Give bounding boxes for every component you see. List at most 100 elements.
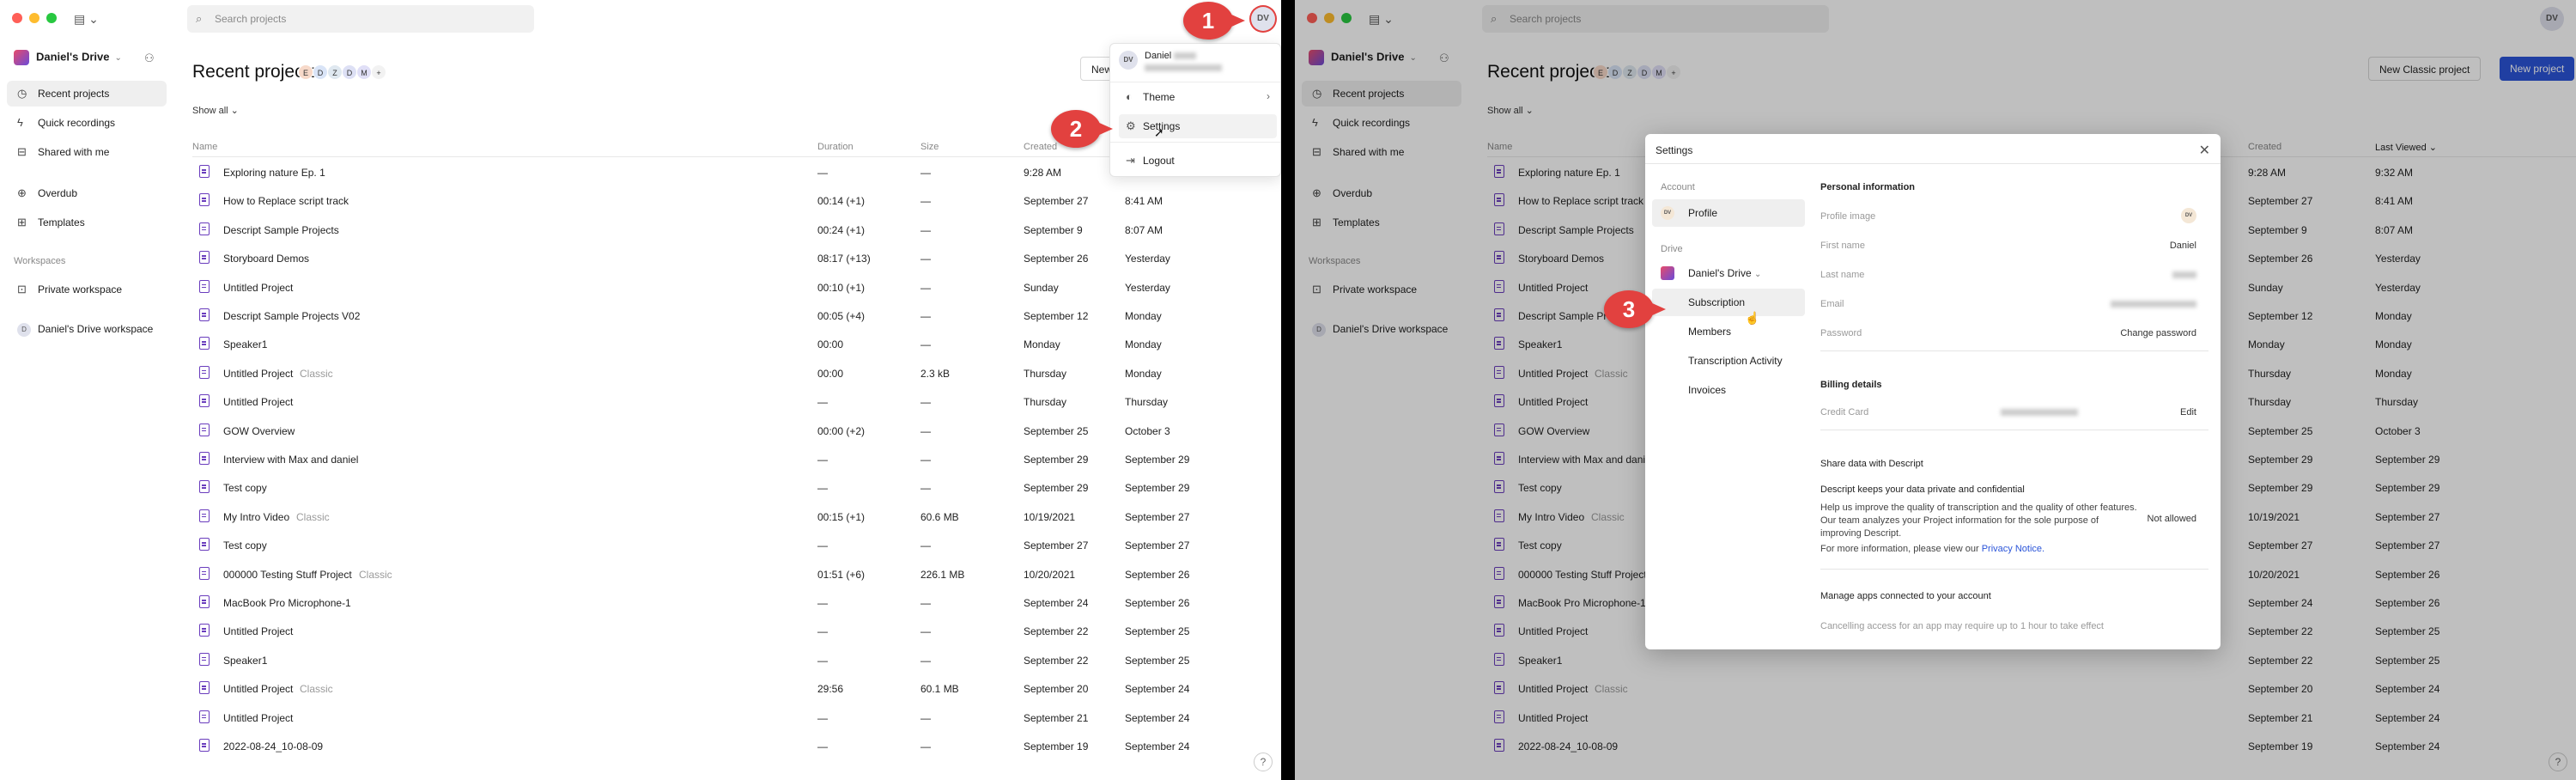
table-row[interactable]: Speaker1 00:00 — Monday Monday bbox=[180, 331, 1281, 359]
share-data-description: Help us improve the quality of transcrip… bbox=[1820, 503, 2137, 539]
drive-switcher[interactable]: Daniel's Drive ⌄ bbox=[14, 50, 122, 65]
table-row[interactable]: Storyboard Demos 08:17 (+13) — September 26… bbox=[180, 245, 1281, 273]
change-password-button[interactable]: Change password bbox=[2120, 328, 2196, 338]
table-row[interactable]: Descript Sample Projects V02 00:05 (+4) — S… bbox=[180, 302, 1281, 331]
cell-size: — bbox=[920, 223, 931, 236]
top-bar: ▤ ⌄ ⌕ Search projects DV bbox=[0, 0, 1281, 38]
cell-created: September 19 bbox=[1024, 740, 1089, 753]
cell-name: Untitled Project bbox=[223, 281, 294, 294]
file-icon bbox=[199, 308, 210, 321]
add-user-icon[interactable]: ⚇ bbox=[144, 52, 155, 65]
sidebar-item-shared-with-me[interactable]: ⊟ Shared with me bbox=[7, 139, 167, 165]
table-row[interactable]: Untitled Project — — Thursday Thursday bbox=[180, 388, 1281, 417]
table-row[interactable]: 2022-08-24_10-08-09 — — September 19 Septemb… bbox=[180, 733, 1281, 761]
cell-created: Sunday bbox=[1024, 281, 1059, 294]
cell-created: September 21 bbox=[1024, 711, 1089, 724]
file-icon bbox=[199, 595, 210, 608]
sidebar-item-templates[interactable]: ⊞ Templates bbox=[7, 210, 167, 235]
privacy-notice-link[interactable]: Privacy Notice. bbox=[1982, 544, 2044, 554]
cell-created: September 22 bbox=[1024, 654, 1089, 667]
table-row[interactable]: Untitled Project Classic 29:56 60.1 MB Septe… bbox=[180, 675, 1281, 704]
cell-duration: — bbox=[817, 711, 828, 724]
settings-nav-members[interactable]: Members bbox=[1652, 318, 1805, 345]
column-size[interactable]: Size bbox=[920, 142, 939, 152]
file-icon bbox=[199, 452, 210, 465]
menu-avatar: DV bbox=[1119, 51, 1138, 70]
sidebar: Daniel's Drive ⌄ ⚇ ◷ Recent projects ϟ Quic… bbox=[0, 38, 180, 780]
table-row[interactable]: Untitled Project — — September 21 September … bbox=[180, 704, 1281, 733]
cell-size: — bbox=[920, 167, 931, 179]
search-icon: ⌕ bbox=[196, 12, 203, 25]
table-row[interactable]: Untitled Project — — September 22 September … bbox=[180, 618, 1281, 646]
cell-size: — bbox=[920, 740, 931, 753]
clock-icon: ◷ bbox=[17, 87, 27, 100]
step-callout-3: 3 bbox=[1604, 290, 1666, 328]
table-row[interactable]: MacBook Pro Microphone-1 — — September 24 Se… bbox=[180, 589, 1281, 618]
right-screen: ▤ ⌄ ⌕ Search projects DV Daniel's Drive ⌄… bbox=[1295, 0, 2576, 780]
blurred-surname bbox=[1174, 52, 1197, 60]
cell-duration: 00:00 bbox=[817, 338, 844, 351]
cell-viewed: September 24 bbox=[1125, 711, 1190, 724]
file-icon bbox=[199, 222, 210, 235]
menu-item-logout[interactable]: ⇥ Logout bbox=[1119, 149, 1277, 173]
close-window-button[interactable] bbox=[12, 13, 22, 23]
classic-tag: Classic bbox=[296, 510, 330, 523]
table-row[interactable]: Test copy — — September 27 September 27 bbox=[180, 532, 1281, 560]
settings-nav-invoices[interactable]: Invoices bbox=[1652, 376, 1805, 404]
zoom-window-button[interactable] bbox=[46, 13, 57, 23]
sidebar-item-quick-recordings[interactable]: ϟ Quick recordings bbox=[7, 110, 167, 136]
cell-duration: 08:17 (+13) bbox=[817, 253, 871, 265]
sidebar-item-overdub[interactable]: ⊕ Overdub bbox=[7, 180, 167, 206]
menu-item-theme[interactable]: ◐ Theme › bbox=[1119, 85, 1277, 109]
settings-nav-subscription[interactable]: Subscription bbox=[1652, 289, 1805, 316]
privacy-line: For more information, please view our Pr… bbox=[1820, 544, 2045, 554]
settings-drive-switcher[interactable]: Daniel's Drive ⌄ bbox=[1652, 259, 1805, 287]
chevron-right-icon: › bbox=[1267, 90, 1270, 102]
table-row[interactable]: Descript Sample Projects 00:24 (+1) — Septe… bbox=[180, 216, 1281, 245]
cell-duration: — bbox=[817, 396, 828, 409]
cell-viewed: September 29 bbox=[1125, 482, 1190, 495]
table-row[interactable]: How to Replace script track 00:14 (+1) — Se… bbox=[180, 187, 1281, 216]
cell-name: Untitled Project bbox=[223, 396, 294, 409]
cell-viewed: October 3 bbox=[1125, 424, 1170, 437]
cell-viewed: September 25 bbox=[1125, 625, 1190, 638]
help-button[interactable]: ? bbox=[1254, 753, 1273, 771]
table-row[interactable]: Untitled Project Classic 00:00 2.3 kB Thursd… bbox=[180, 360, 1281, 388]
column-created[interactable]: Created bbox=[1024, 142, 1057, 152]
share-data-heading: Share data with Descript bbox=[1820, 459, 1923, 469]
cell-size: — bbox=[920, 539, 931, 552]
cell-created: Thursday bbox=[1024, 396, 1067, 409]
table-row[interactable]: Interview with Max and daniel — — September… bbox=[180, 446, 1281, 474]
column-duration[interactable]: Duration bbox=[817, 142, 854, 152]
cell-viewed: September 27 bbox=[1125, 539, 1190, 552]
show-all-filter[interactable]: Show all ⌄ bbox=[192, 105, 239, 116]
cell-name: Untitled Project bbox=[223, 683, 294, 696]
menu-item-settings[interactable]: ⚙ Settings bbox=[1119, 114, 1277, 138]
app-menu-icon[interactable]: ▤ ⌄ bbox=[74, 12, 99, 27]
settings-nav-transcription-activity[interactable]: Transcription Activity bbox=[1652, 347, 1805, 375]
table-row[interactable]: Speaker1 — — September 22 September 25 bbox=[180, 647, 1281, 675]
table-row[interactable]: My Intro Video Classic 00:15 (+1) 60.6 MB 10… bbox=[180, 503, 1281, 532]
table-row[interactable]: Untitled Project 00:10 (+1) — Sunday Yesterd… bbox=[180, 274, 1281, 302]
minimize-window-button[interactable] bbox=[29, 13, 39, 23]
sidebar-item-drive-workspace[interactable]: D Daniel's Drive workspace bbox=[7, 316, 167, 342]
classic-tag: Classic bbox=[359, 568, 392, 581]
table-row[interactable]: Test copy — — September 29 September 29 bbox=[180, 474, 1281, 503]
cell-viewed: September 24 bbox=[1125, 683, 1190, 696]
cell-size: 60.1 MB bbox=[920, 683, 959, 696]
sidebar-item-recent-projects[interactable]: ◷ Recent projects bbox=[7, 81, 167, 107]
share-data-subheading: Descript keeps your data private and con… bbox=[1820, 484, 2025, 495]
close-icon[interactable]: ✕ bbox=[2199, 142, 2210, 159]
account-avatar[interactable]: DV bbox=[1251, 7, 1275, 31]
share-data-toggle[interactable]: Not allowed bbox=[2148, 514, 2196, 524]
profile-image-avatar[interactable]: DV bbox=[2181, 208, 2196, 223]
profile-avatar: DV bbox=[1661, 206, 1674, 220]
grid-icon: ⊞ bbox=[17, 216, 27, 229]
settings-nav-profile[interactable]: DV Profile bbox=[1652, 199, 1805, 227]
table-row[interactable]: GOW Overview 00:00 (+2) — September 25 Octob… bbox=[180, 417, 1281, 446]
table-row[interactable]: 000000 Testing Stuff Project Classic 01:51… bbox=[180, 561, 1281, 589]
sidebar-item-private-workspace[interactable]: ⊡ Private workspace bbox=[7, 277, 167, 302]
column-name[interactable]: Name bbox=[192, 142, 217, 152]
edit-card-button[interactable]: Edit bbox=[2180, 407, 2196, 417]
search-input[interactable]: ⌕ Search projects bbox=[187, 5, 534, 33]
